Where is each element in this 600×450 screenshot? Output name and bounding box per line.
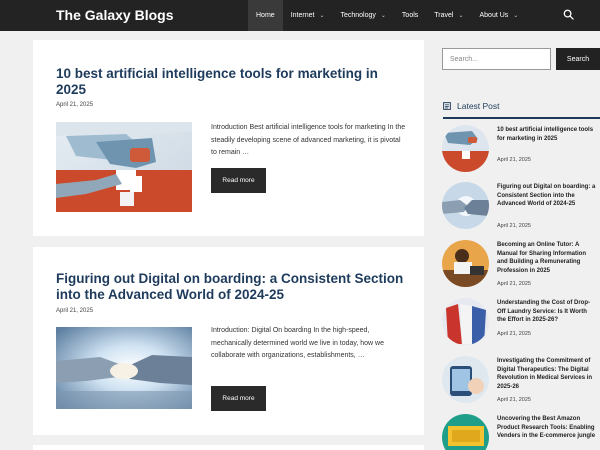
post-thumbnail-handshake[interactable] xyxy=(442,182,489,229)
latest-post-item[interactable]: 10 best artificial intelligence tools fo… xyxy=(442,125,600,183)
latest-post-item[interactable]: Figuring out Digital on boarding: a Cons… xyxy=(442,182,600,240)
latest-post-heading: Latest Post xyxy=(443,100,500,112)
latest-post-item[interactable]: Investigating the Commitment of Digital … xyxy=(442,356,600,414)
search-button[interactable]: Search xyxy=(556,48,600,70)
post-card: 10 best artificial intelligence tools fo… xyxy=(33,40,424,236)
nav-item-tools[interactable]: Tools xyxy=(394,0,426,31)
nav-item-home[interactable]: Home xyxy=(248,0,283,31)
latest-post-date: April 21, 2025 xyxy=(497,281,531,287)
post-title[interactable]: Figuring out Digital on boarding: a Cons… xyxy=(56,271,406,303)
post-image-digital-handshake[interactable] xyxy=(56,327,192,417)
post-excerpt: Introduction Best artificial intelligenc… xyxy=(211,124,406,156)
post-thumbnail-online-tutor[interactable] xyxy=(442,240,489,287)
latest-post-date: April 21, 2025 xyxy=(497,397,531,403)
post-card: Figuring out Digital on boarding: a Cons… xyxy=(33,247,424,435)
latest-post-item[interactable]: Uncovering the Best Amazon Product Resea… xyxy=(442,414,600,450)
post-thumbnail-laundry[interactable] xyxy=(442,298,489,345)
post-thumbnail-robot-hand[interactable] xyxy=(442,125,489,172)
post-thumbnail-amazon-tools[interactable] xyxy=(442,414,489,450)
post-date: April 21, 2025 xyxy=(56,102,94,108)
latest-post-date: April 21, 2025 xyxy=(497,331,531,337)
widget-divider xyxy=(443,117,600,119)
post-title[interactable]: 10 best artificial intelligence tools fo… xyxy=(56,66,406,98)
post-card xyxy=(33,445,424,450)
latest-post-title[interactable]: 10 best artificial intelligence tools fo… xyxy=(497,126,597,143)
latest-post-title[interactable]: Investigating the Commitment of Digital … xyxy=(497,357,597,391)
latest-post-date: April 21, 2025 xyxy=(497,157,531,163)
latest-post-title[interactable]: Becoming an Online Tutor: A Manual for S… xyxy=(497,241,597,275)
site-brand[interactable]: The Galaxy Blogs xyxy=(56,7,173,23)
post-image-robot-hand-puzzle[interactable] xyxy=(56,122,192,212)
chevron-down-icon: ⌄ xyxy=(319,13,325,19)
latest-post-title[interactable]: Uncovering the Best Amazon Product Resea… xyxy=(497,415,597,441)
chevron-down-icon: ⌄ xyxy=(380,13,386,19)
document-icon xyxy=(443,102,451,110)
chevron-down-icon: ⌄ xyxy=(513,13,519,19)
latest-post-title[interactable]: Figuring out Digital on boarding: a Cons… xyxy=(497,183,597,209)
latest-post-date: April 21, 2025 xyxy=(497,223,531,229)
latest-post-title[interactable]: Understanding the Cost of Drop-Off Laund… xyxy=(497,299,597,325)
post-excerpt: Introduction: Digital On boarding In the… xyxy=(211,327,385,359)
latest-post-item[interactable]: Understanding the Cost of Drop-Off Laund… xyxy=(442,298,600,356)
nav-item-about-us[interactable]: About Us ⌄ xyxy=(472,0,527,31)
widget-title: Latest Post xyxy=(457,101,500,111)
post-date: April 21, 2025 xyxy=(56,308,94,314)
main-nav: Home Internet ⌄ Technology ⌄ Tools Travel ⌄… xyxy=(248,0,526,31)
read-more-button[interactable]: Read more xyxy=(211,168,266,193)
chevron-down-icon: ⌄ xyxy=(458,13,464,19)
nav-item-technology[interactable]: Technology ⌄ xyxy=(332,0,393,31)
post-thumbnail-digital-therapeutics[interactable] xyxy=(442,356,489,403)
nav-item-travel[interactable]: Travel ⌄ xyxy=(426,0,471,31)
nav-item-internet[interactable]: Internet ⌄ xyxy=(283,0,333,31)
search-icon[interactable] xyxy=(563,9,574,20)
latest-post-item[interactable]: Becoming an Online Tutor: A Manual for S… xyxy=(442,240,600,298)
read-more-button[interactable]: Read more xyxy=(211,386,266,411)
top-navbar: The Galaxy Blogs Home Internet ⌄ Technolo… xyxy=(0,0,600,31)
search-input[interactable]: Search... xyxy=(442,48,551,70)
